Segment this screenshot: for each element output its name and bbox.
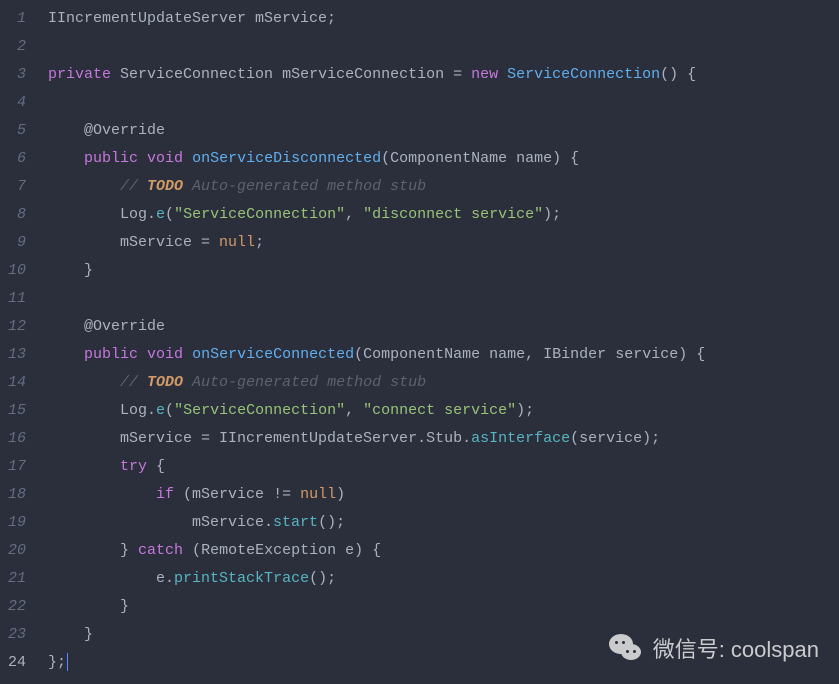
line-number: 15	[5, 397, 26, 425]
line-number: 4	[5, 89, 26, 117]
line-number: 14	[5, 369, 26, 397]
line-number-active: 24	[5, 649, 26, 677]
code-line[interactable]	[36, 89, 839, 117]
line-number: 21	[5, 565, 26, 593]
code-line[interactable]: }	[36, 593, 839, 621]
line-number: 2	[5, 33, 26, 61]
code-line[interactable]: mService = null;	[36, 229, 839, 257]
line-number: 18	[5, 481, 26, 509]
line-number-gutter: 1 2 3 4 5 6 7 8 9 10 11 12 13 14 15 16 1…	[0, 0, 36, 684]
code-line[interactable]: mService.start();	[36, 509, 839, 537]
code-line[interactable]: public void onServiceConnected(Component…	[36, 341, 839, 369]
code-editor[interactable]: 1 2 3 4 5 6 7 8 9 10 11 12 13 14 15 16 1…	[0, 0, 839, 684]
line-number: 3	[5, 61, 26, 89]
line-number: 17	[5, 453, 26, 481]
code-area[interactable]: IIncrementUpdateServer mService; private…	[36, 0, 839, 684]
line-number: 9	[5, 229, 26, 257]
line-number: 16	[5, 425, 26, 453]
line-number: 19	[5, 509, 26, 537]
code-line[interactable]: Log.e("ServiceConnection", "disconnect s…	[36, 201, 839, 229]
line-number: 10	[5, 257, 26, 285]
code-line[interactable]: IIncrementUpdateServer mService;	[36, 5, 839, 33]
code-line[interactable]: // TODO Auto-generated method stub	[36, 173, 839, 201]
text-cursor	[67, 653, 68, 671]
watermark: 微信号: coolspan	[607, 630, 819, 666]
code-line[interactable]: private ServiceConnection mServiceConnec…	[36, 61, 839, 89]
line-number: 12	[5, 313, 26, 341]
line-number: 11	[5, 285, 26, 313]
code-line[interactable]	[36, 33, 839, 61]
code-line[interactable]: @Override	[36, 313, 839, 341]
code-line[interactable]: e.printStackTrace();	[36, 565, 839, 593]
line-number: 22	[5, 593, 26, 621]
wechat-icon	[607, 630, 643, 666]
code-line[interactable]: @Override	[36, 117, 839, 145]
code-line[interactable]: mService = IIncrementUpdateServer.Stub.a…	[36, 425, 839, 453]
code-line[interactable]: try {	[36, 453, 839, 481]
code-line[interactable]: Log.e("ServiceConnection", "connect serv…	[36, 397, 839, 425]
watermark-label: 微信号: coolspan	[653, 632, 819, 664]
code-line[interactable]: if (mService != null)	[36, 481, 839, 509]
code-line[interactable]: // TODO Auto-generated method stub	[36, 369, 839, 397]
line-number: 13	[5, 341, 26, 369]
line-number: 7	[5, 173, 26, 201]
code-line[interactable]	[36, 285, 839, 313]
line-number: 23	[5, 621, 26, 649]
line-number: 5	[5, 117, 26, 145]
line-number: 8	[5, 201, 26, 229]
line-number: 6	[5, 145, 26, 173]
line-number: 1	[5, 5, 26, 33]
code-line[interactable]: public void onServiceDisconnected(Compon…	[36, 145, 839, 173]
code-line[interactable]: } catch (RemoteException e) {	[36, 537, 839, 565]
code-line[interactable]: }	[36, 257, 839, 285]
line-number: 20	[5, 537, 26, 565]
